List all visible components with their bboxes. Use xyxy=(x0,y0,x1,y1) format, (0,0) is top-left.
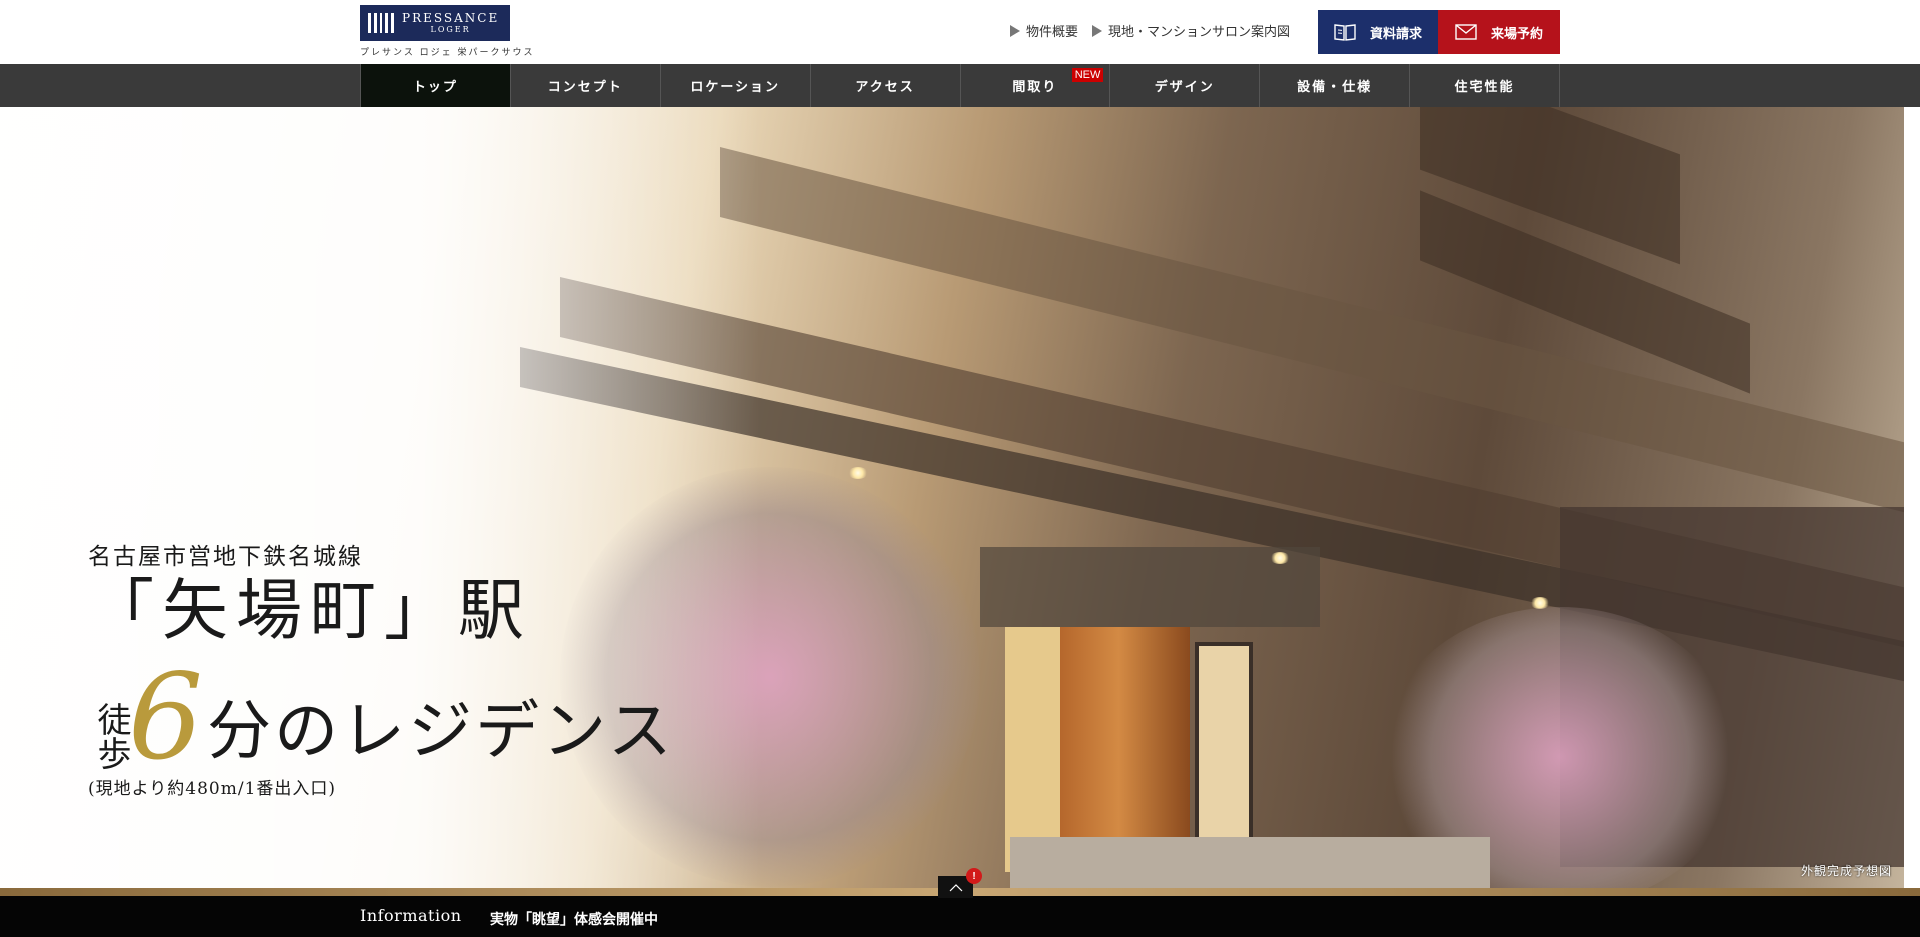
triangle-right-icon xyxy=(1010,24,1020,37)
nav-item-label: アクセス xyxy=(855,80,915,95)
mail-icon xyxy=(1455,24,1477,40)
nav-item-label: 間取り xyxy=(1012,80,1058,95)
nav-item-equipment[interactable]: 設備・仕様 xyxy=(1260,64,1411,107)
header-links: 物件概要 現地・マンションサロン案内図 xyxy=(1010,21,1290,40)
visit-reservation-label: 来場予約 xyxy=(1490,26,1543,42)
header: PRESSANCE LOGER プレサンス ロジェ 栄パークサウス 物件概要 現… xyxy=(0,0,1920,64)
building-entrance-ceiling xyxy=(980,547,1320,627)
hero-walk: 徒歩 xyxy=(91,701,131,770)
triangle-right-icon xyxy=(1092,24,1103,37)
book-icon xyxy=(1334,24,1356,41)
hero-residence: 分のレジデンス xyxy=(207,694,675,769)
information-label: Information xyxy=(360,906,462,925)
logo-box: PRESSANCE LOGER xyxy=(360,5,510,41)
nav-item-label: 住宅性能 xyxy=(1454,80,1515,95)
hero-distance-note: (現地より約480m/1番出入口) xyxy=(88,778,337,799)
nav-item-access[interactable]: アクセス xyxy=(811,64,961,107)
hero-copy: 名古屋市営地下鉄名城線 「矢場町」駅 徒歩 6 分のレジデンス (現地より約48… xyxy=(88,537,675,799)
link-map[interactable]: 現地・マンションサロン案内図 xyxy=(1092,21,1290,40)
link-overview-label: 物件概要 xyxy=(1026,25,1079,40)
entrance-door xyxy=(1060,627,1190,872)
rendering-caption: 外観完成予想図 xyxy=(1800,864,1892,878)
information-bar xyxy=(0,896,1920,937)
nav-item-concept[interactable]: コンセプト xyxy=(511,64,661,107)
page-edge xyxy=(1904,107,1920,888)
chevron-up-icon xyxy=(949,883,962,891)
ceiling-light xyxy=(848,467,868,479)
nav-item-label: コンセプト xyxy=(547,80,623,95)
link-overview[interactable]: 物件概要 xyxy=(1010,21,1078,40)
logo-name: PRESSANCE xyxy=(402,11,500,25)
nav-item-label: 設備・仕様 xyxy=(1297,80,1373,95)
logo[interactable]: PRESSANCE LOGER プレサンス ロジェ 栄パークサウス xyxy=(360,5,540,59)
nav-item-floorplan[interactable]: 間取り NEW xyxy=(961,64,1111,107)
nav-item-label: デザイン xyxy=(1154,80,1215,95)
hero-minutes: 6 xyxy=(128,647,204,786)
request-materials-label: 資料請求 xyxy=(1369,26,1422,42)
ceiling-light xyxy=(1270,552,1290,564)
visit-reservation-button[interactable]: 来場予約 xyxy=(1438,10,1560,54)
link-map-label: 現地・マンションサロン案内図 xyxy=(1108,25,1291,40)
logo-property-name: プレサンス ロジェ 栄パークサウス xyxy=(360,48,535,58)
hero-subway-line: 名古屋市営地下鉄名城線 xyxy=(88,544,363,570)
request-materials-button[interactable]: 資料請求 xyxy=(1318,10,1438,54)
nav-item-label: ロケーション xyxy=(690,80,781,95)
entrance-steps xyxy=(1010,837,1490,888)
nav-item-performance[interactable]: 住宅性能 xyxy=(1410,64,1560,107)
logo-mark-icon xyxy=(368,13,394,33)
hero-station: 「矢場町」駅 xyxy=(88,572,532,649)
entrance-glass xyxy=(1005,627,1060,872)
information-link[interactable]: 実物「眺望」体感会開催中 xyxy=(490,909,658,929)
logo-sub: LOGER xyxy=(430,25,471,34)
global-nav: トップ コンセプト ロケーション アクセス 間取り NEW デザイン 設備・仕様… xyxy=(0,64,1920,107)
nav-item-design[interactable]: デザイン xyxy=(1110,64,1261,107)
nav-item-top[interactable]: トップ xyxy=(360,64,511,107)
new-badge: NEW xyxy=(1071,68,1104,82)
nav-item-label: トップ xyxy=(412,80,458,95)
hero-image: 名古屋市営地下鉄名城線 「矢場町」駅 徒歩 6 分のレジデンス (現地より約48… xyxy=(0,107,1920,888)
nav-item-location[interactable]: ロケーション xyxy=(661,64,811,107)
notification-badge: ! xyxy=(966,868,982,884)
